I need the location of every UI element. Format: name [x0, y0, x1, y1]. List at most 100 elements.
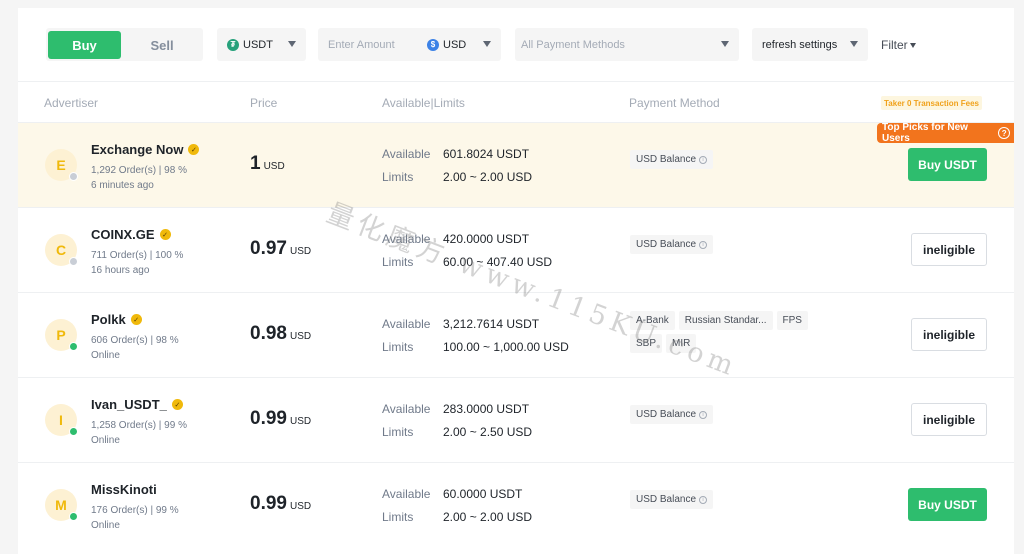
payment-chip: USD Balance i [630, 405, 714, 424]
price-currency: USD [289, 331, 312, 342]
asset-select[interactable]: ₮ USDT [217, 28, 306, 61]
header-advertiser: Advertiser [44, 96, 99, 110]
payment-chip: USD Balance i [630, 490, 714, 509]
payment-chip: SBP [630, 334, 663, 353]
payment-methods: USD Balance i [630, 235, 830, 254]
table-row: I Ivan_USDT_ ✓ 1,258 Order(s) | 99 % Online 0… [18, 377, 1014, 462]
price-value: 1 [250, 153, 261, 174]
payment-chip-label: USD Balance [636, 494, 697, 505]
price-currency: USD [289, 501, 312, 512]
limits-label: Limits [382, 170, 414, 184]
limits-label: Limits [382, 425, 414, 439]
advertiser-name: Polkk [91, 312, 126, 327]
caret-down-icon [909, 43, 916, 49]
order-stats: 1,292 Order(s) | 98 % [91, 165, 187, 176]
ineligible-button[interactable]: ineligible [911, 403, 987, 436]
advertiser-name: MissKinoti [91, 482, 157, 497]
price-value: 0.99 [250, 408, 287, 429]
available-label: Available [382, 487, 431, 501]
limits-value: 100.00 ~ 1,000.00 USD [443, 340, 569, 354]
payment-chip-label: SBP [636, 338, 657, 349]
buy-tab[interactable]: Buy [48, 31, 121, 59]
limits-label: Limits [382, 340, 414, 354]
advertiser-name-link[interactable]: MissKinoti [91, 482, 157, 497]
payment-chip: USD Balance i [630, 150, 714, 169]
verified-badge-icon: ✓ [130, 314, 142, 325]
payment-chip-label: A-Bank [636, 315, 669, 326]
limits-label: Limits [382, 510, 414, 524]
price: 0.99 USD [250, 493, 311, 515]
verified-badge-icon: ✓ [188, 144, 200, 155]
price-value: 0.97 [250, 238, 287, 259]
ineligible-button[interactable]: ineligible [911, 233, 987, 266]
refresh-settings-label: refresh settings [762, 38, 838, 51]
advertiser-name-link[interactable]: COINX.GE ✓ [91, 227, 171, 242]
online-status: 6 minutes ago [91, 180, 154, 191]
sell-tab[interactable]: Sell [124, 31, 200, 59]
p2p-market-panel: Buy Sell ₮ USDT Enter Amount $ USD All P… [18, 8, 1014, 554]
advertiser-name: Ivan_USDT_ [91, 397, 167, 412]
filter-label: Filter [881, 38, 908, 52]
chevron-down-icon[interactable] [483, 41, 491, 47]
online-status: Online [91, 520, 120, 531]
payment-chip: A-Bank [630, 311, 675, 330]
available-value: 60.0000 USDT [443, 487, 523, 501]
payment-chip-label: USD Balance [636, 154, 697, 165]
filter-button[interactable]: Filter [881, 38, 916, 52]
payment-method-select[interactable]: All Payment Methods [515, 28, 739, 61]
amount-placeholder: Enter Amount [328, 38, 395, 51]
online-status: 16 hours ago [91, 265, 150, 276]
refresh-settings-select[interactable]: refresh settings [752, 28, 868, 61]
advertiser-name-link[interactable]: Exchange Now ✓ [91, 142, 200, 157]
status-dot-icon [69, 512, 78, 521]
help-icon[interactable]: ? [998, 127, 1010, 139]
advertiser-name-link[interactable]: Polkk ✓ [91, 312, 142, 327]
tether-icon: ₮ [227, 38, 239, 51]
payment-methods: USD Balance i [630, 490, 830, 509]
info-icon: i [699, 240, 708, 249]
price-currency: USD [289, 246, 312, 257]
order-stats: 606 Order(s) | 98 % [91, 335, 179, 346]
info-icon: i [699, 495, 708, 504]
table-row: C COINX.GE ✓ 711 Order(s) | 100 % 16 hours a… [18, 207, 1014, 292]
payment-chip: FPS [776, 311, 808, 330]
buy-usdt-button[interactable]: Buy USDT [908, 488, 987, 521]
top-picks-label: Top Picks for New Users [882, 122, 968, 144]
limits-value: 60.00 ~ 407.40 USD [443, 255, 553, 269]
status-dot-icon [69, 342, 78, 351]
payment-chip-label: USD Balance [636, 409, 697, 420]
price-value: 0.98 [250, 323, 287, 344]
verified-badge-icon: ✓ [171, 399, 183, 410]
chevron-down-icon [850, 41, 858, 47]
limits-label: Limits [382, 255, 414, 269]
table-row: M MissKinoti 176 Order(s) | 99 % Online 0.99… [18, 462, 1014, 547]
advertiser-name-link[interactable]: Ivan_USDT_ ✓ [91, 397, 183, 412]
payment-method-value: All Payment Methods [521, 38, 625, 51]
available-label: Available [382, 232, 431, 246]
order-stats: 711 Order(s) | 100 % [91, 250, 184, 261]
info-icon: i [699, 155, 708, 164]
limits-value: 2.00 ~ 2.00 USD [443, 170, 533, 184]
header-payment-method: Payment Method [629, 96, 720, 110]
payment-methods: USD Balance i [630, 405, 830, 424]
buy-usdt-button[interactable]: Buy USDT [908, 148, 987, 181]
advertiser-name: Exchange Now [91, 142, 184, 157]
payment-methods: USD Balance i [630, 150, 830, 169]
trade-side-toggle: Buy Sell [46, 28, 203, 61]
available-value: 601.8024 USDT [443, 147, 530, 161]
order-stats: 176 Order(s) | 99 % [91, 505, 179, 516]
filter-bar: Buy Sell ₮ USDT Enter Amount $ USD All P… [18, 8, 1014, 82]
header-available-limits: Available|Limits [382, 96, 465, 110]
available-value: 283.0000 USDT [443, 402, 530, 416]
price: 1 USD [250, 153, 285, 175]
available-label: Available [382, 147, 431, 161]
payment-methods: A-Bank Russian Standar... FPS SBP MIR [630, 311, 830, 353]
ineligible-button[interactable]: ineligible [911, 318, 987, 351]
amount-input[interactable]: Enter Amount $ USD [318, 28, 501, 61]
price-currency: USD [289, 416, 312, 427]
available-value: 3,212.7614 USDT [443, 317, 540, 331]
available-label: Available [382, 317, 431, 331]
top-picks-banner: Top Picks for New Users? [877, 122, 1014, 144]
chevron-down-icon [288, 41, 296, 47]
payment-chip: Russian Standar... [678, 311, 773, 330]
